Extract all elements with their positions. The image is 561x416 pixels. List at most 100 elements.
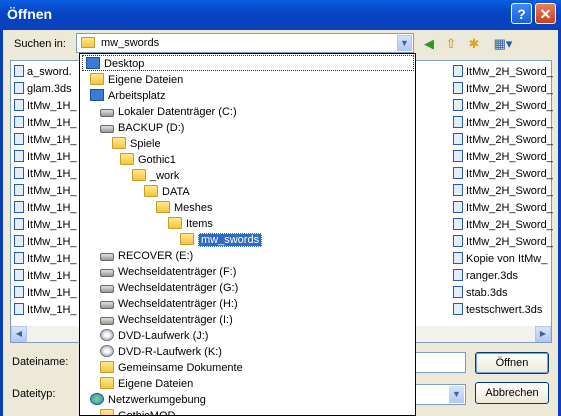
- dropdown-item[interactable]: _work: [132, 168, 179, 184]
- title-bar: Öffnen ? ✕: [0, 0, 561, 30]
- dropdown-item[interactable]: Spiele: [112, 136, 161, 152]
- folder-icon: [156, 201, 170, 213]
- file-name: ItMw_2H_Sword_: [466, 236, 553, 248]
- dropdown-item[interactable]: Wechseldatenträger (G:): [100, 280, 238, 296]
- dropdown-item[interactable]: DVD-Laufwerk (J:): [100, 328, 208, 344]
- file-item[interactable]: ItMw_1H_: [14, 302, 77, 318]
- dropdown-item[interactable]: BACKUP (D:): [100, 120, 184, 136]
- dropdown-item[interactable]: RECOVER (E:): [100, 248, 193, 264]
- file-icon: [453, 133, 463, 145]
- file-icon: [453, 65, 463, 77]
- file-item[interactable]: ItMw_2H_Sword_: [453, 98, 553, 114]
- help-button[interactable]: ?: [511, 3, 532, 24]
- up-folder-icon[interactable]: ⇧: [442, 35, 460, 53]
- file-item[interactable]: ItMw_2H_Sword_: [453, 183, 553, 199]
- dropdown-item-label: Eigene Dateien: [108, 74, 184, 86]
- file-name: testschwert.3ds: [466, 304, 543, 316]
- file-icon: [453, 252, 463, 264]
- file-item[interactable]: glam.3ds: [14, 81, 72, 97]
- scroll-right-icon[interactable]: ▶: [535, 326, 551, 342]
- file-item[interactable]: ItMw_1H_: [14, 183, 77, 199]
- file-item[interactable]: ItMw_1H_: [14, 149, 77, 165]
- file-name: ItMw_2H_Sword_: [466, 100, 553, 112]
- drive-icon: [100, 109, 114, 117]
- chevron-down-icon[interactable]: ▼: [449, 386, 464, 403]
- file-item[interactable]: ItMw_1H_: [14, 234, 77, 250]
- file-name: ItMw_1H_: [27, 253, 77, 265]
- file-item[interactable]: testschwert.3ds: [453, 302, 542, 318]
- file-item[interactable]: ItMw_2H_Sword_: [453, 200, 553, 216]
- file-item[interactable]: ItMw_2H_Sword_: [453, 115, 553, 131]
- filename-input[interactable]: [414, 352, 466, 373]
- dropdown-item[interactable]: Lokaler Datenträger (C:): [100, 104, 237, 120]
- file-item[interactable]: ItMw_2H_Sword_: [453, 234, 553, 250]
- dropdown-item[interactable]: Desktop: [86, 56, 144, 72]
- dropdown-item[interactable]: Gemeinsame Dokumente: [100, 360, 243, 376]
- views-menu-icon[interactable]: ▦▾: [490, 35, 516, 53]
- file-item[interactable]: ItMw_2H_Sword_: [453, 149, 553, 165]
- filetype-select[interactable]: ▼: [414, 384, 466, 405]
- file-item[interactable]: ItMw_2H_Sword_: [453, 217, 553, 233]
- file-item[interactable]: ItMw_1H_: [14, 200, 77, 216]
- open-button[interactable]: Öffnen: [475, 352, 549, 374]
- file-item[interactable]: ItMw_1H_: [14, 98, 77, 114]
- dropdown-item-label: Wechseldatenträger (H:): [118, 298, 238, 310]
- dropdown-item[interactable]: Eigene Dateien: [90, 72, 183, 88]
- file-icon: [14, 65, 24, 77]
- file-icon: [14, 133, 24, 145]
- dropdown-item[interactable]: Wechseldatenträger (F:): [100, 264, 236, 280]
- new-folder-icon[interactable]: ✱: [465, 35, 483, 53]
- file-icon: [14, 303, 24, 315]
- file-item[interactable]: ItMw_1H_: [14, 285, 77, 301]
- dropdown-item[interactable]: Wechseldatenträger (H:): [100, 296, 238, 312]
- folder-icon: [100, 409, 114, 415]
- back-icon[interactable]: ◀: [420, 35, 438, 53]
- file-icon: [14, 116, 24, 128]
- file-item[interactable]: ItMw_1H_: [14, 115, 77, 131]
- file-item[interactable]: Kopie von ItMw_: [453, 251, 547, 267]
- file-item[interactable]: ItMw_2H_Sword_: [453, 166, 553, 182]
- file-icon: [453, 99, 463, 111]
- file-icon: [453, 184, 463, 196]
- dropdown-item[interactable]: DVD-R-Laufwerk (K:): [100, 344, 222, 360]
- folder-icon: [180, 233, 194, 245]
- dropdown-item[interactable]: mw_swords: [180, 232, 263, 248]
- file-item[interactable]: ItMw_1H_: [14, 132, 77, 148]
- dropdown-item-label: Lokaler Datenträger (C:): [118, 106, 237, 118]
- dropdown-item[interactable]: Gothic1: [120, 152, 176, 168]
- file-name: stab.3ds: [466, 287, 508, 299]
- file-item[interactable]: ItMw_2H_Sword_: [453, 132, 553, 148]
- lookin-combo[interactable]: mw_swords ▼: [76, 33, 414, 53]
- dropdown-item[interactable]: Netzwerkumgebung: [90, 392, 206, 408]
- dropdown-item-label: Gothic1: [138, 154, 176, 166]
- file-item[interactable]: ItMw_1H_: [14, 251, 77, 267]
- file-name: ItMw_1H_: [27, 117, 77, 129]
- lookin-dropdown-list[interactable]: Desktop Eigene Dateien Arbeitsplatz Lokaler…: [79, 53, 416, 416]
- dropdown-item[interactable]: GothicMOD: [100, 408, 175, 415]
- folder-icon: [100, 377, 114, 389]
- dropdown-item[interactable]: Items: [168, 216, 213, 232]
- file-icon: [14, 235, 24, 247]
- file-item[interactable]: stab.3ds: [453, 285, 508, 301]
- chevron-down-icon[interactable]: ▼: [397, 35, 412, 51]
- file-item[interactable]: ItMw_2H_Sword_: [453, 81, 553, 97]
- file-name: ItMw_1H_: [27, 185, 77, 197]
- dropdown-item-label: Arbeitsplatz: [108, 90, 166, 102]
- file-item[interactable]: ItMw_1H_: [14, 166, 77, 182]
- dropdown-item[interactable]: DATA: [144, 184, 190, 200]
- dropdown-item[interactable]: Meshes: [156, 200, 213, 216]
- dropdown-item[interactable]: Wechseldatenträger (I:): [100, 312, 233, 328]
- file-item[interactable]: ItMw_1H_: [14, 217, 77, 233]
- cancel-button[interactable]: Abbrechen: [475, 382, 549, 404]
- dropdown-item[interactable]: Arbeitsplatz: [90, 88, 165, 104]
- file-icon: [453, 235, 463, 247]
- desktop-icon: [90, 89, 104, 101]
- scroll-left-icon[interactable]: ◀: [11, 326, 27, 342]
- file-item[interactable]: ranger.3ds: [453, 268, 518, 284]
- file-item[interactable]: a_sword.: [14, 64, 72, 80]
- close-button[interactable]: ✕: [535, 3, 556, 24]
- dropdown-item[interactable]: Eigene Dateien: [100, 376, 193, 392]
- file-name: ItMw_1H_: [27, 202, 77, 214]
- file-item[interactable]: ItMw_2H_Sword_: [453, 64, 553, 80]
- file-item[interactable]: ItMw_1H_: [14, 268, 77, 284]
